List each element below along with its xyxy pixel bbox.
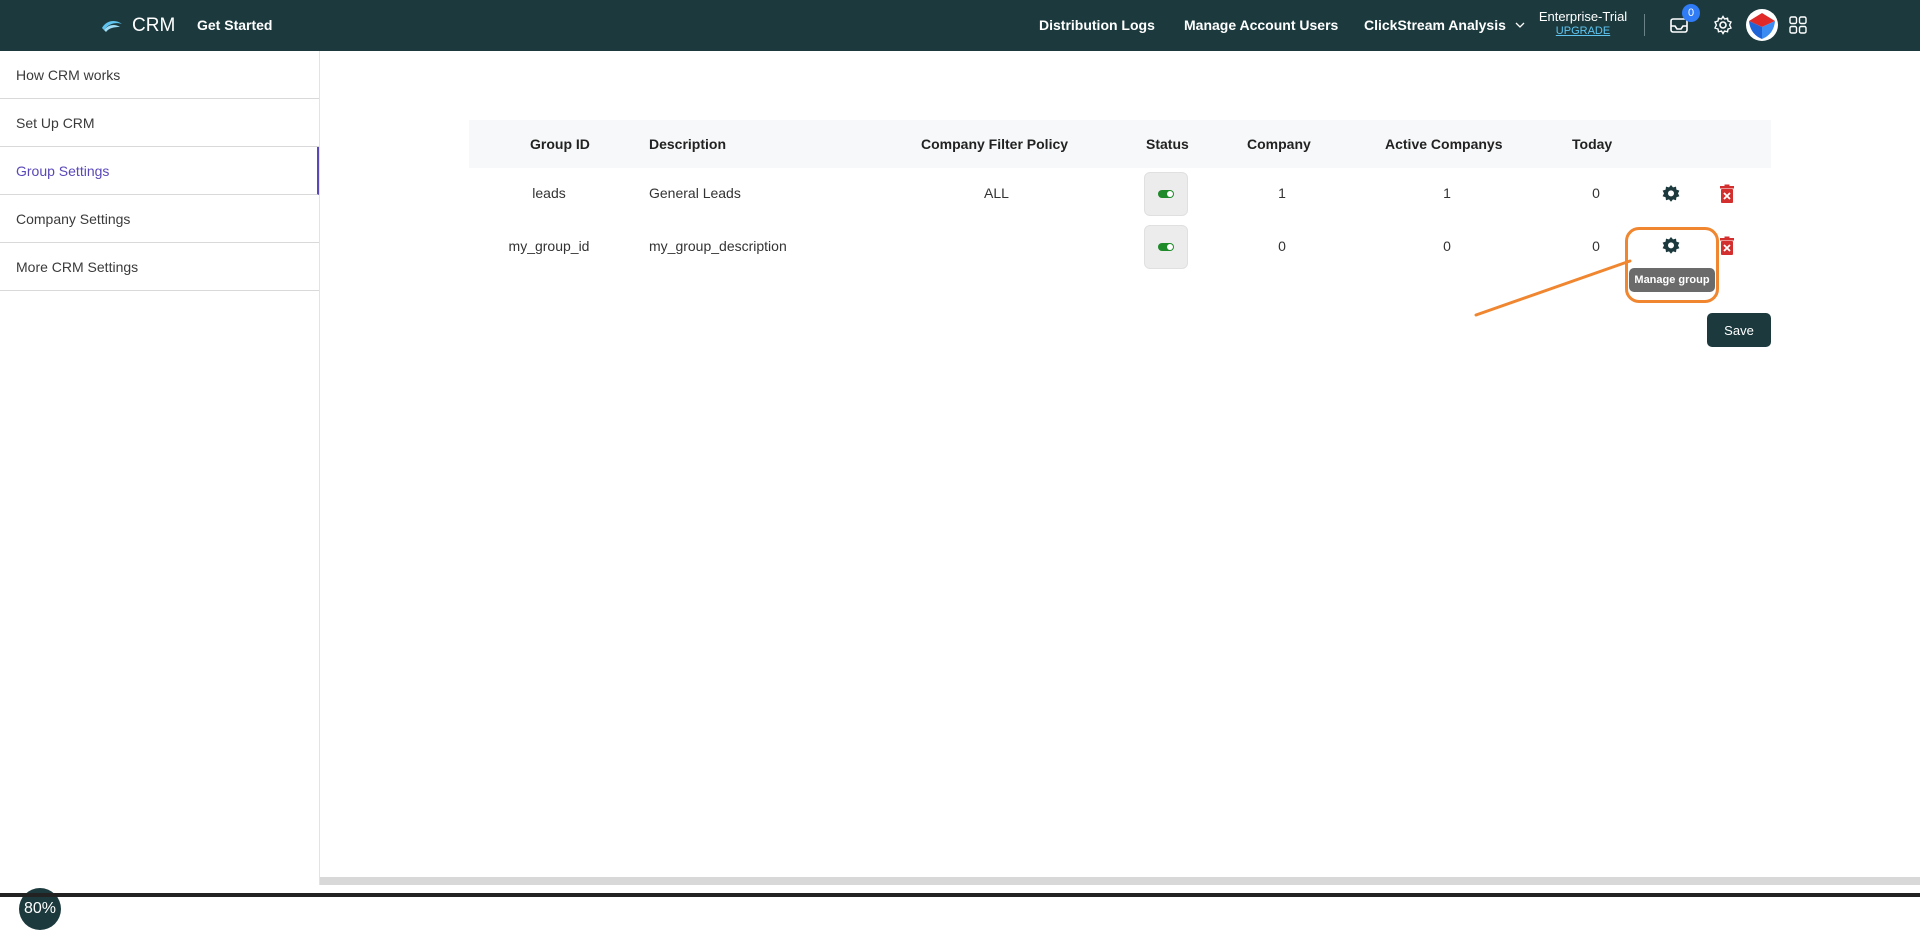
cell-group-id: my_group_id	[508, 238, 590, 254]
nav-clickstream-analysis[interactable]: ClickStream Analysis	[1364, 0, 1506, 51]
sidebar-item-set-up-crm[interactable]: Set Up CRM	[0, 99, 319, 147]
avatar[interactable]	[1746, 9, 1778, 41]
brand-name: CRM	[132, 14, 176, 36]
header-active-companys: Active Companys	[1385, 136, 1503, 152]
header-today: Today	[1572, 136, 1613, 152]
inbox-count-badge: 0	[1682, 4, 1700, 22]
manage-group-tooltip: Manage group	[1629, 268, 1715, 292]
cell-today: 0	[1592, 185, 1600, 201]
sidebar-item-how-crm-works[interactable]: How CRM works	[0, 51, 319, 99]
delete-icon[interactable]	[1716, 183, 1738, 205]
table-header: Group ID Description Company Filter Poli…	[469, 120, 1771, 168]
sidebar-item-more-crm-settings[interactable]: More CRM Settings	[0, 243, 319, 291]
window-bottom-edge	[0, 893, 1920, 897]
settings-gear-icon[interactable]	[1711, 13, 1735, 37]
header-company: Company	[1247, 136, 1311, 152]
chevron-down-icon[interactable]	[1515, 20, 1525, 30]
plan-info: Enterprise-Trial UPGRADE	[1536, 9, 1630, 39]
header-group-id: Group ID	[530, 136, 590, 152]
cell-description: General Leads	[649, 185, 741, 201]
header-divider	[1644, 14, 1645, 36]
delete-icon[interactable]	[1716, 235, 1738, 257]
header-description: Description	[649, 136, 727, 152]
cell-description: my_group_description	[649, 238, 787, 254]
toggle-on-icon	[1158, 190, 1174, 198]
nav-distribution-logs[interactable]: Distribution Logs	[1039, 0, 1155, 51]
cell-active-companys: 1	[1443, 185, 1451, 201]
cell-today: 0	[1592, 238, 1600, 254]
horizontal-scrollbar[interactable]	[320, 877, 1920, 885]
annotation-arrow-line	[1474, 259, 1632, 317]
status-toggle[interactable]	[1144, 225, 1188, 269]
toggle-on-icon	[1158, 243, 1174, 251]
get-started-link[interactable]: Get Started	[197, 0, 272, 51]
plan-name: Enterprise-Trial	[1538, 9, 1628, 24]
sidebar: How CRM works Set Up CRM Group Settings …	[0, 51, 320, 930]
upgrade-link[interactable]: UPGRADE	[1536, 24, 1630, 39]
cell-company: 1	[1278, 185, 1286, 201]
header-status: Status	[1146, 136, 1189, 152]
apps-grid-icon[interactable]	[1786, 13, 1810, 37]
sidebar-item-group-settings[interactable]: Group Settings	[0, 147, 319, 195]
status-toggle[interactable]	[1144, 172, 1188, 216]
header-company-filter-policy: Company Filter Policy	[921, 136, 1069, 152]
cell-filter-policy: ALL	[984, 185, 1009, 201]
gear-icon[interactable]	[1660, 183, 1682, 205]
cell-active-companys: 0	[1443, 238, 1451, 254]
cell-company: 0	[1278, 238, 1286, 254]
top-navigation-bar: CRM Get Started Distribution Logs Manage…	[0, 0, 1920, 51]
save-button[interactable]: Save	[1707, 313, 1771, 347]
sidebar-item-company-settings[interactable]: Company Settings	[0, 195, 319, 243]
brand[interactable]: CRM	[100, 0, 175, 51]
avatar-logo-icon	[1749, 13, 1775, 39]
brand-logo-icon	[102, 20, 122, 32]
cell-group-id: leads	[532, 185, 566, 201]
nav-manage-account-users[interactable]: Manage Account Users	[1184, 0, 1338, 51]
